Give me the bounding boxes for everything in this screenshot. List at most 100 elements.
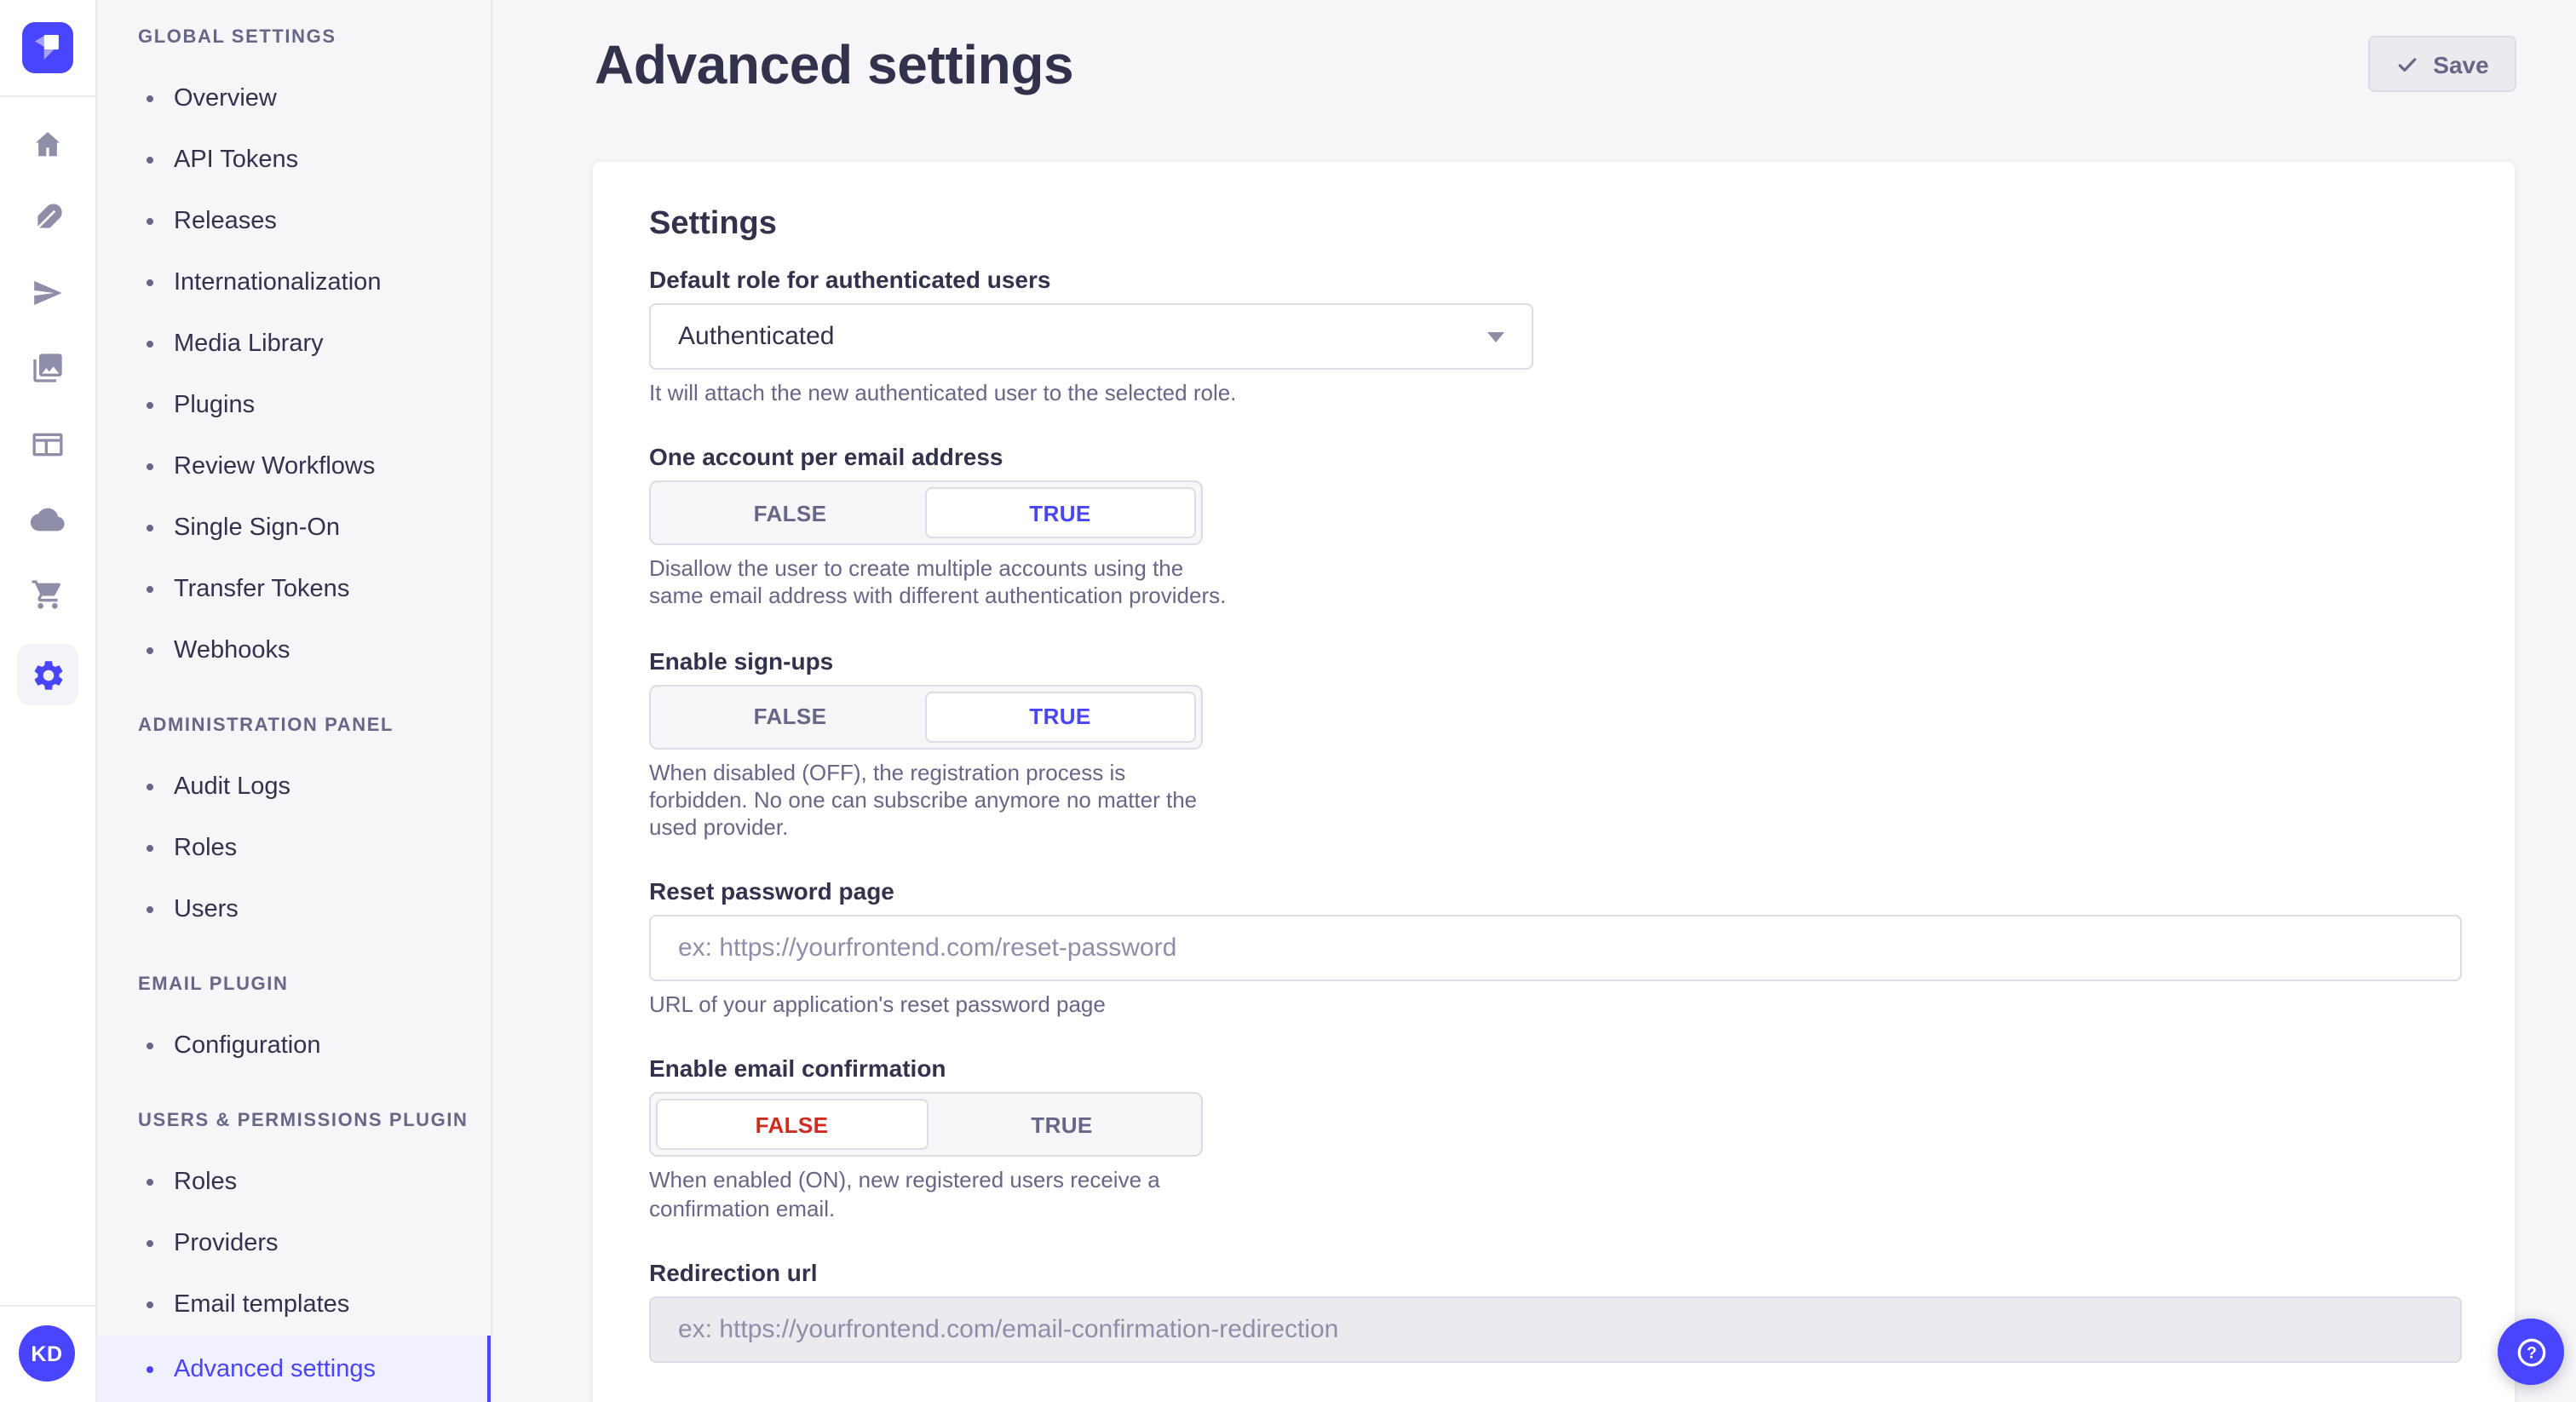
subnav-section-email-plugin: EMAIL PLUGIN (95, 954, 491, 1015)
main-icon-nav: KD (0, 0, 97, 1402)
default-role-select[interactable]: Authenticated (649, 303, 1533, 370)
one-account-hint: Disallow the user to create multiple acc… (649, 555, 1228, 611)
enable-signups-label: Enable sign-ups (649, 646, 2462, 675)
enable-signups-hint: When disabled (OFF), the registration pr… (649, 759, 1228, 842)
subnav-item-admin-users[interactable]: Users (95, 879, 491, 940)
one-account-toggle: FALSE TRUE (649, 480, 1203, 545)
settings-card: Settings Default role for authenticated … (593, 162, 2515, 1402)
subnav-item-webhooks[interactable]: Webhooks (95, 620, 491, 681)
divider (0, 1305, 95, 1307)
bullet-icon (147, 341, 153, 348)
strapi-logo-mark (22, 22, 73, 73)
one-account-toggle-true[interactable]: TRUE (924, 487, 1196, 538)
sidebar-icon-content[interactable] (0, 191, 95, 245)
question-mark-icon: ? (2512, 1333, 2550, 1370)
sidebar-icon-layout[interactable] (0, 417, 95, 472)
user-avatar[interactable]: KD (19, 1325, 75, 1382)
layout-icon (31, 428, 65, 462)
save-button-label: Save (2433, 50, 2488, 78)
bullet-icon (147, 218, 153, 225)
shopping-cart-icon (31, 577, 65, 612)
redirection-url-input (649, 1296, 2462, 1363)
avatar-initials: KD (31, 1342, 62, 1365)
email-confirmation-toggle-false[interactable]: FALSE (656, 1100, 928, 1151)
bullet-icon (147, 402, 153, 409)
settings-section-title: Settings (649, 208, 2462, 240)
home-icon (31, 128, 65, 162)
field-default-role: Default role for authenticated users Aut… (649, 266, 2462, 407)
enable-signups-toggle-false[interactable]: FALSE (656, 691, 924, 742)
sidebar-icon-media[interactable] (0, 341, 95, 395)
field-reset-password: Reset password page URL of your applicat… (649, 877, 2462, 1019)
field-enable-signups: Enable sign-ups FALSE TRUE When disabled… (649, 646, 2462, 842)
strapi-logo[interactable] (22, 22, 73, 73)
subnav-item-up-providers[interactable]: Providers (95, 1213, 491, 1274)
subnav-item-audit-logs[interactable]: Audit Logs (95, 756, 491, 818)
subnav-section-users-permissions-plugin: USERS & PERMISSIONS PLUGIN (95, 1090, 491, 1152)
strapi-admin-window: KD GLOBAL SETTINGS Overview API Tokens R… (0, 0, 2576, 1402)
media-library-icon (31, 351, 65, 385)
save-button[interactable]: Save (2368, 36, 2516, 92)
subnav-section-administration-panel: ADMINISTRATION PANEL (95, 695, 491, 756)
cloud-icon (31, 503, 65, 537)
default-role-hint: It will attach the new authenticated use… (649, 380, 2462, 407)
subnav-item-up-advanced-settings[interactable]: Advanced settings (95, 1336, 491, 1402)
reset-password-label: Reset password page (649, 877, 2462, 906)
bullet-icon (147, 279, 153, 286)
enable-signups-toggle-true[interactable]: TRUE (924, 691, 1196, 742)
bullet-icon (147, 1043, 153, 1049)
subnav-section-global-settings: GLOBAL SETTINGS (95, 7, 491, 68)
svg-text:?: ? (2526, 1344, 2536, 1362)
sidebar-icon-builder[interactable] (0, 266, 95, 320)
bullet-icon (147, 525, 153, 531)
sidebar-icon-deploy[interactable] (0, 492, 95, 547)
subnav-item-overview[interactable]: Overview (95, 68, 491, 129)
bullet-icon (147, 647, 153, 654)
reset-password-input[interactable] (649, 915, 2462, 981)
sidebar-icon-marketplace[interactable] (0, 567, 95, 622)
help-button[interactable]: ? (2498, 1319, 2564, 1385)
subnav-item-up-email-templates[interactable]: Email templates (95, 1274, 491, 1336)
bullet-icon (147, 586, 153, 593)
bullet-icon (147, 157, 153, 164)
bullet-icon (147, 1365, 153, 1372)
bullet-icon (147, 845, 153, 852)
subnav-item-transfer-tokens[interactable]: Transfer Tokens (95, 559, 491, 620)
bullet-icon (147, 1301, 153, 1308)
settings-gear-icon (17, 644, 78, 705)
subnav-item-api-tokens[interactable]: API Tokens (95, 129, 491, 191)
subnav-item-releases[interactable]: Releases (95, 191, 491, 252)
bullet-icon (147, 463, 153, 470)
sidebar-icon-home[interactable] (0, 118, 95, 172)
subnav-item-single-sign-on[interactable]: Single Sign-On (95, 497, 491, 559)
bullet-icon (147, 95, 153, 102)
bullet-icon (147, 906, 153, 913)
one-account-toggle-false[interactable]: FALSE (656, 487, 924, 538)
check-icon (2395, 52, 2419, 76)
redirection-url-label: Redirection url (649, 1259, 2462, 1288)
subnav-item-internationalization[interactable]: Internationalization (95, 252, 491, 313)
paper-plane-icon (31, 276, 65, 310)
reset-password-hint: URL of your application's reset password… (649, 991, 2462, 1019)
subnav-item-up-roles[interactable]: Roles (95, 1152, 491, 1213)
bullet-icon (147, 1240, 153, 1247)
feather-icon (31, 201, 65, 235)
field-redirection-url: Redirection url (649, 1259, 2462, 1363)
bullet-icon (147, 784, 153, 790)
one-account-label: One account per email address (649, 443, 2462, 472)
subnav-item-email-configuration[interactable]: Configuration (95, 1015, 491, 1077)
field-email-confirmation: Enable email confirmation FALSE TRUE Whe… (649, 1055, 2462, 1223)
email-confirmation-toggle-true[interactable]: TRUE (928, 1100, 1196, 1151)
sidebar-icon-settings[interactable] (0, 644, 95, 705)
default-role-label: Default role for authenticated users (649, 266, 2462, 295)
subnav-item-media-library[interactable]: Media Library (95, 313, 491, 375)
subnav-item-plugins[interactable]: Plugins (95, 375, 491, 436)
chevron-down-icon (1487, 331, 1504, 342)
field-one-account: One account per email address FALSE TRUE… (649, 443, 2462, 611)
subnav-item-admin-roles[interactable]: Roles (95, 818, 491, 879)
subnav-item-review-workflows[interactable]: Review Workflows (95, 436, 491, 497)
email-confirmation-label: Enable email confirmation (649, 1055, 2462, 1084)
bullet-icon (147, 1179, 153, 1186)
page-title: Advanced settings (595, 34, 1073, 97)
enable-signups-toggle: FALSE TRUE (649, 684, 1203, 749)
